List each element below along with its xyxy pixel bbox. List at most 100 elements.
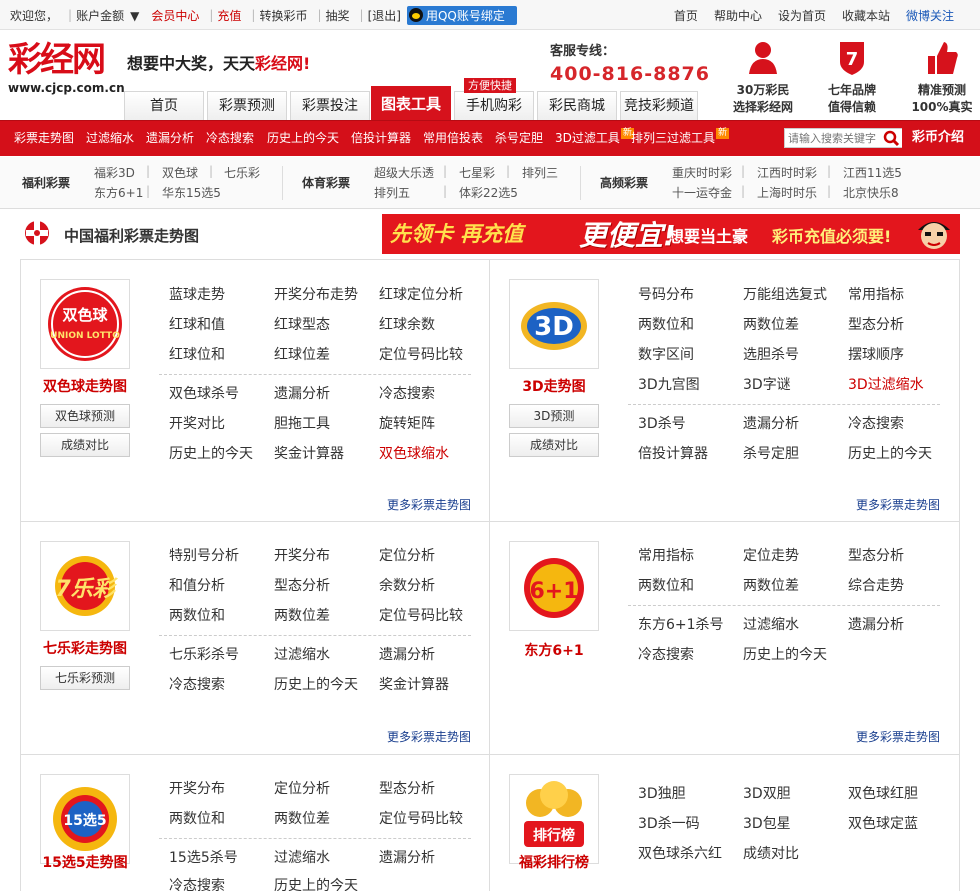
3d-link[interactable]: 冷态搜索 <box>848 413 904 433</box>
qlc-predict-button[interactable]: 七乐彩预测 <box>40 666 130 690</box>
3d-compare-button[interactable]: 成绩对比 <box>509 433 599 457</box>
df61-logo[interactable]: 6+1 <box>509 541 599 631</box>
15x5-link[interactable]: 15选5杀号 <box>169 847 238 867</box>
tab-prediction[interactable]: 彩票预测 <box>207 91 287 121</box>
qlc-link[interactable]: 历史上的今天 <box>274 674 358 694</box>
df61-title[interactable]: 东方6+1 <box>490 640 618 660</box>
cat-link-ssq[interactable]: 双色球 <box>162 164 198 181</box>
cat-link-bjkl8[interactable]: 北京快乐8 <box>843 184 899 201</box>
qlc-link[interactable]: 七乐彩杀号 <box>169 644 239 664</box>
tab-home[interactable]: 首页 <box>124 91 204 121</box>
qlc-link[interactable]: 特别号分析 <box>169 545 239 565</box>
tab-betting[interactable]: 彩票投注 <box>290 91 370 121</box>
df61-link[interactable]: 两数位和 <box>638 575 694 595</box>
ranking-link[interactable]: 双色球红胆 <box>848 783 918 803</box>
df61-link[interactable]: 型态分析 <box>848 545 904 565</box>
ssq-link[interactable]: 奖金计算器 <box>274 443 344 463</box>
3d-link[interactable]: 号码分布 <box>638 284 694 304</box>
3d-link[interactable]: 型态分析 <box>848 314 904 334</box>
cat-link-hd155[interactable]: 华东15选5 <box>162 184 221 201</box>
tool-multiple-table[interactable]: 常用倍投表 <box>423 121 483 155</box>
qlc-more-link[interactable]: 更多彩票走势图 <box>387 728 471 745</box>
ssq-link[interactable]: 开奖分布走势 <box>274 284 358 304</box>
ranking-title[interactable]: 福彩排行榜 <box>490 852 618 872</box>
qlc-link[interactable]: 遗漏分析 <box>379 644 435 664</box>
3d-link[interactable]: 3D杀号 <box>638 413 686 433</box>
3d-link[interactable]: 历史上的今天 <box>848 443 932 463</box>
qlc-link[interactable]: 两数位和 <box>169 605 225 625</box>
qlc-link[interactable]: 余数分析 <box>379 575 435 595</box>
ranking-link[interactable]: 双色球定蓝 <box>848 813 918 833</box>
tool-filter[interactable]: 过滤缩水 <box>86 121 134 155</box>
15x5-link[interactable]: 定位分析 <box>274 778 330 798</box>
qlc-link[interactable]: 型态分析 <box>274 575 330 595</box>
qq-bind-button[interactable]: 用QQ账号绑定 <box>406 5 517 25</box>
ssq-link[interactable]: 红球和值 <box>169 314 225 334</box>
cat-link-jx11x5[interactable]: 江西11选5 <box>843 164 902 181</box>
account-balance-link[interactable]: 账户金额 ▼ <box>76 7 145 24</box>
df61-link[interactable]: 两数位差 <box>743 575 799 595</box>
tab-sports[interactable]: 竞技彩频道 <box>620 91 698 121</box>
3d-link[interactable]: 遗漏分析 <box>743 413 799 433</box>
qlc-link[interactable]: 定位分析 <box>379 545 435 565</box>
df61-link[interactable]: 东方6+1杀号 <box>638 614 724 634</box>
promo-banner[interactable]: 先领卡 再充值 更便宜! 想要当土豪 彩币充值必须要! <box>382 214 960 254</box>
search-icon[interactable] <box>882 129 902 147</box>
3d-link[interactable]: 倍投计算器 <box>638 443 708 463</box>
3d-logo[interactable]: 3D <box>509 279 599 369</box>
tool-omission[interactable]: 遗漏分析 <box>146 121 194 155</box>
ssq-link[interactable]: 红球余数 <box>379 314 435 334</box>
tab-chart-tools[interactable]: 图表工具 <box>371 86 451 121</box>
cat-link-qxc[interactable]: 七星彩 <box>459 164 495 181</box>
15x5-link[interactable]: 遗漏分析 <box>379 847 435 867</box>
tool-trend-chart[interactable]: 彩票走势图 <box>14 121 74 155</box>
15x5-link[interactable]: 开奖分布 <box>169 778 225 798</box>
qlc-link[interactable]: 冷态搜索 <box>169 674 225 694</box>
tool-multiple-calc[interactable]: 倍投计算器 <box>351 121 411 155</box>
tool-kill-number[interactable]: 杀号定胆 <box>495 121 543 155</box>
cat-link-dlt[interactable]: 超级大乐透 <box>374 164 434 181</box>
3d-link[interactable]: 万能组选复式 <box>743 284 827 304</box>
qlc-link[interactable]: 和值分析 <box>169 575 225 595</box>
set-homepage-link[interactable]: 设为首页 <box>778 7 826 24</box>
qlc-link[interactable]: 奖金计算器 <box>379 674 449 694</box>
cat-link-fc3d[interactable]: 福彩3D <box>94 164 135 181</box>
df61-link[interactable]: 历史上的今天 <box>743 644 827 664</box>
ranking-link[interactable]: 3D双胆 <box>743 783 791 803</box>
ssq-logo[interactable]: 双色球 UNION LOTTO <box>40 279 130 369</box>
ssq-link[interactable]: 红球定位分析 <box>379 284 463 304</box>
help-center-link[interactable]: 帮助中心 <box>714 7 762 24</box>
cat-link-pl5[interactable]: 排列五 <box>374 184 410 201</box>
qlc-link[interactable]: 过滤缩水 <box>274 644 330 664</box>
15x5-link[interactable]: 定位号码比较 <box>379 808 463 828</box>
ssq-link[interactable]: 红球位差 <box>274 344 330 364</box>
3d-link[interactable]: 摆球顺序 <box>848 344 904 364</box>
3d-title[interactable]: 3D走势图 <box>490 376 618 396</box>
lottery-draw-link[interactable]: 抽奖 <box>326 7 350 24</box>
15x5-link[interactable]: 两数位差 <box>274 808 330 828</box>
ssq-predict-button[interactable]: 双色球预测 <box>40 404 130 428</box>
15x5-link[interactable]: 历史上的今天 <box>274 875 358 891</box>
tool-p3-filter[interactable]: 排列三过滤工具新 <box>631 121 730 155</box>
ssq-title[interactable]: 双色球走势图 <box>21 376 149 396</box>
coin-intro-link[interactable]: 彩币介绍 <box>912 121 964 155</box>
3d-link[interactable]: 3D九宫图 <box>638 374 700 394</box>
tab-mall[interactable]: 彩民商城 <box>537 91 617 121</box>
ranking-link[interactable]: 成绩对比 <box>743 843 799 863</box>
qlc-link[interactable]: 开奖分布 <box>274 545 330 565</box>
ssq-link[interactable]: 蓝球走势 <box>169 284 225 304</box>
qlc-link[interactable]: 定位号码比较 <box>379 605 463 625</box>
3d-link[interactable]: 常用指标 <box>848 284 904 304</box>
df61-link[interactable]: 综合走势 <box>848 575 904 595</box>
3d-predict-button[interactable]: 3D预测 <box>509 404 599 428</box>
weibo-follow-link[interactable]: 微博关注 <box>906 7 954 24</box>
ssq-link[interactable]: 冷态搜索 <box>379 383 435 403</box>
15x5-logo[interactable]: 15选5 <box>40 774 130 864</box>
df61-link[interactable]: 遗漏分析 <box>848 614 904 634</box>
3d-link[interactable]: 两数位和 <box>638 314 694 334</box>
ssq-more-link[interactable]: 更多彩票走势图 <box>387 496 471 513</box>
df61-link[interactable]: 过滤缩水 <box>743 614 799 634</box>
bookmark-link[interactable]: 收藏本站 <box>842 7 890 24</box>
ssq-link[interactable]: 红球型态 <box>274 314 330 334</box>
exchange-coin-link[interactable]: 转换彩币 <box>259 7 307 24</box>
